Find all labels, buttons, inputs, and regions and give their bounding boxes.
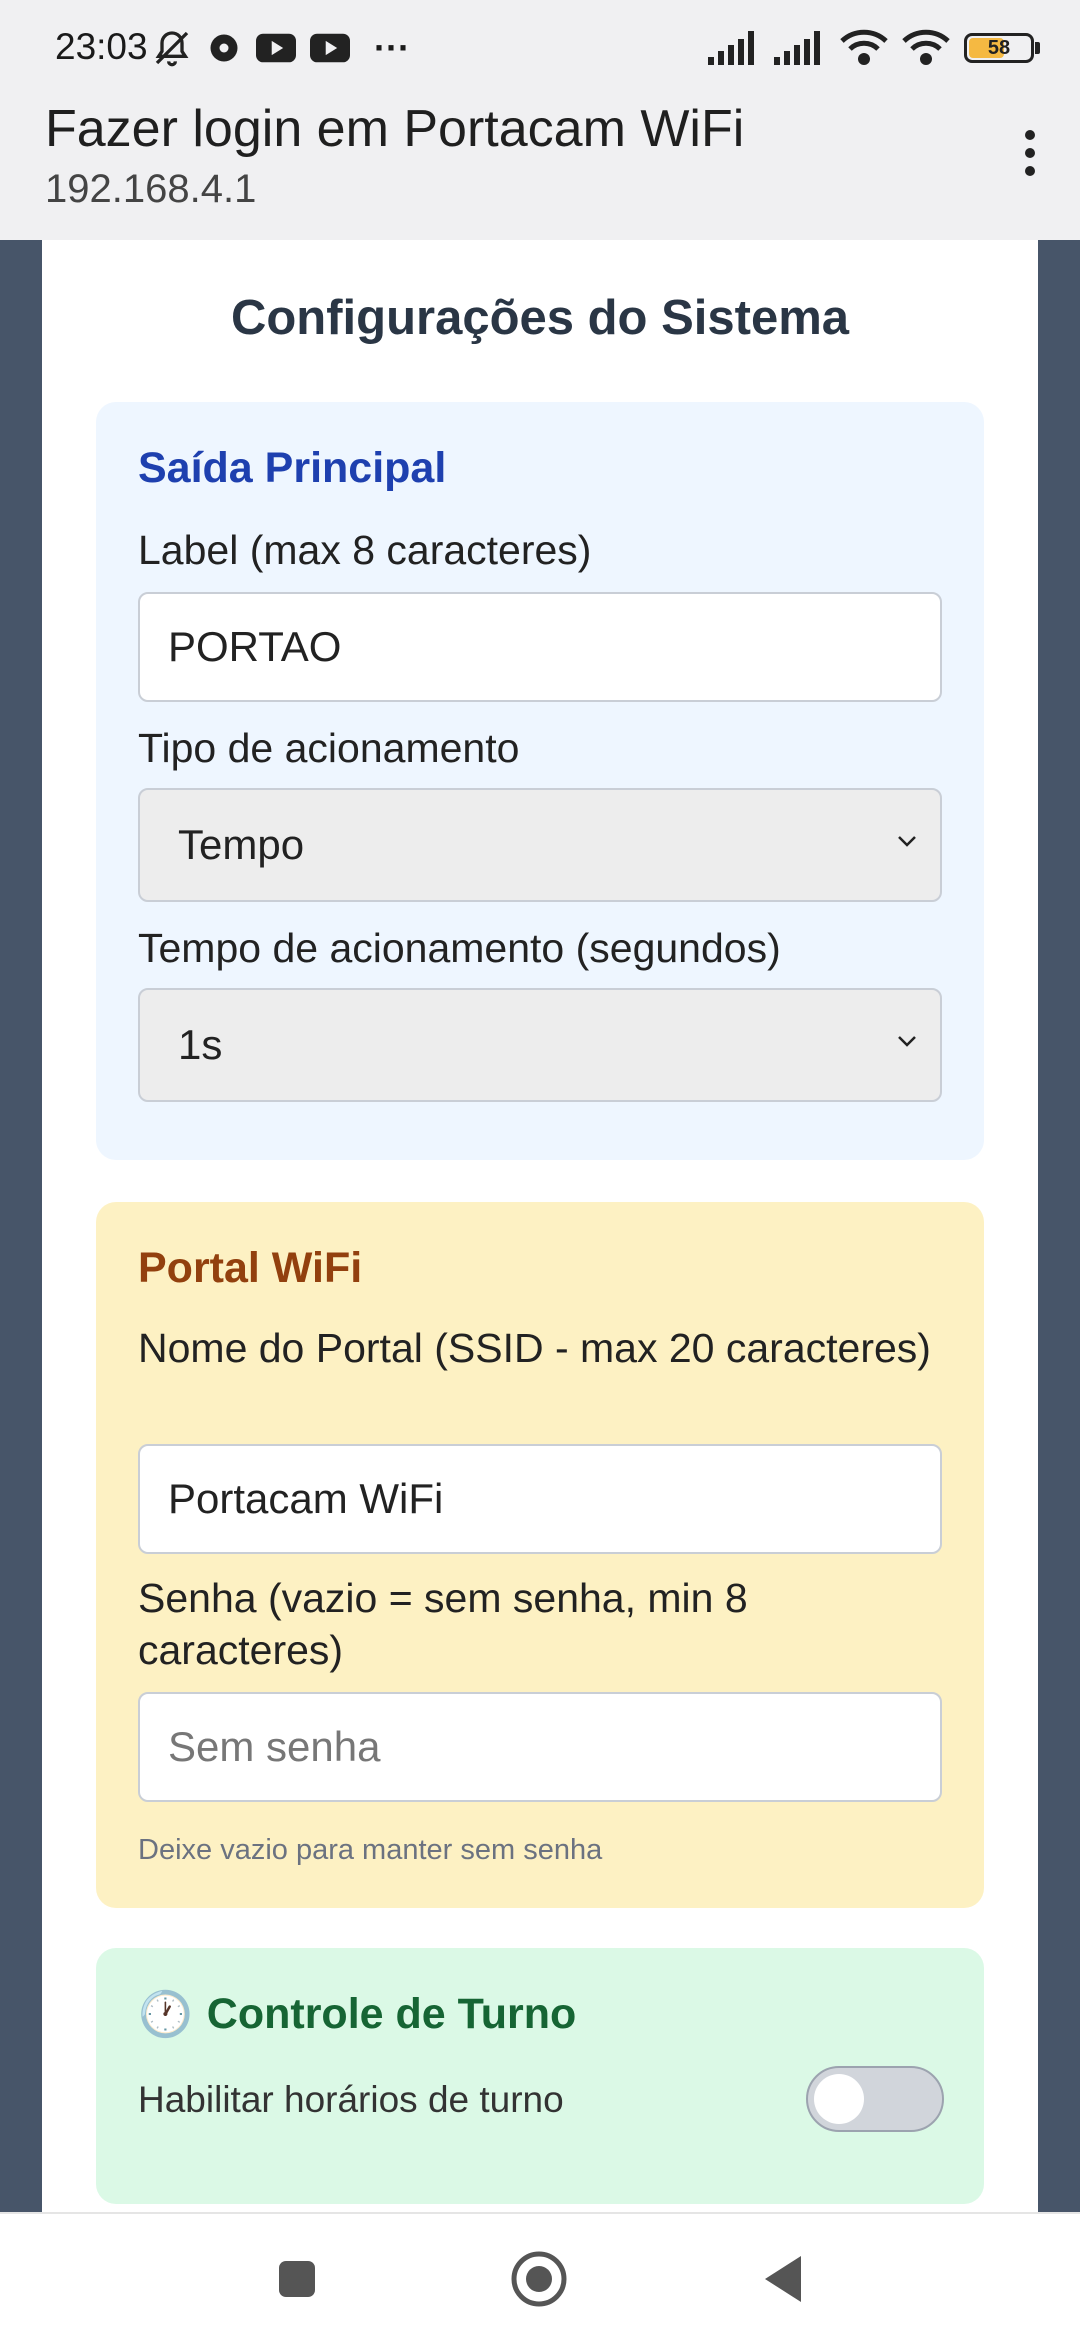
turno-heading: Controle de Turno [206, 1989, 577, 2038]
bell-off-icon [155, 31, 189, 67]
saida-heading: Saída Principal [138, 444, 447, 492]
menu-dot-icon [1025, 148, 1035, 158]
menu-dot-icon [1025, 130, 1035, 140]
back-button[interactable] [748, 2244, 818, 2314]
chat-icon [210, 34, 238, 62]
settings-card: Configurações do Sistema Saída Principal… [42, 240, 1038, 2212]
battery-level: 58 [987, 36, 1011, 59]
signal-icon [774, 31, 820, 65]
menu-dot-icon [1025, 166, 1035, 176]
tipo-select-value: Tempo [178, 821, 305, 868]
senha-hint: Deixe vazio para manter sem senha [138, 1834, 603, 1866]
turno-toggle[interactable] [806, 2066, 944, 2132]
portal-wifi-panel: Portal WiFi Nome do Portal (SSID - max 2… [96, 1202, 984, 1908]
tipo-select[interactable]: Tempo [138, 788, 942, 902]
status-time: 23:03 [55, 26, 148, 67]
battery-icon: 58 [964, 33, 1034, 63]
more-notifications-icon: ··· [374, 27, 410, 68]
status-bar: 23:03 ··· 58 [0, 0, 1080, 95]
controle-turno-panel: 🕐 Controle de Turno Habilitar horários d… [96, 1948, 984, 2204]
tempo-select-value: 1s [178, 1021, 223, 1068]
home-button[interactable] [504, 2244, 574, 2314]
youtube-icon [256, 33, 296, 63]
status-system-icons: 58 [708, 26, 1040, 70]
turno-toggle-label: Habilitar horários de turno [138, 2079, 564, 2120]
ssid-caption: Nome do Portal (SSID - max 20 caracteres… [138, 1325, 931, 1371]
label-caption: Label (max 8 caracteres) [138, 527, 592, 573]
tempo-caption: Tempo de acionamento (segundos) [138, 925, 781, 971]
turno-heading-row: 🕐 Controle de Turno [138, 1988, 576, 2040]
chevron-down-icon [898, 1036, 916, 1047]
wifi-link-icon [840, 29, 888, 65]
ssid-input[interactable]: Portacam WiFi [138, 1444, 942, 1554]
recent-apps-button[interactable] [262, 2244, 332, 2314]
home-circle-icon [511, 2251, 567, 2307]
senha-input[interactable]: Sem senha [138, 1692, 942, 1802]
clock-icon: 🕐 [138, 1990, 193, 2039]
label-input[interactable]: PORTAO [138, 592, 942, 702]
youtube-icon [310, 33, 350, 63]
portal-heading: Portal WiFi [138, 1244, 363, 1292]
back-triangle-icon [765, 2256, 801, 2302]
tempo-select[interactable]: 1s [138, 988, 942, 1102]
square-icon [279, 2261, 315, 2297]
signal-icon [708, 31, 754, 65]
browser-title: Fazer login em Portacam WiFi [45, 100, 745, 158]
more-options-button[interactable] [1000, 123, 1060, 183]
page-background: Configurações do Sistema Saída Principal… [0, 240, 1080, 2212]
senha-caption: Senha (vazio = sem senha, min 8 caracter… [138, 1575, 748, 1673]
wifi-icon [902, 29, 950, 65]
navigation-bar [0, 2212, 1080, 2340]
status-notification-icons: ··· [152, 26, 410, 70]
browser-url: 192.168.4.1 [45, 167, 257, 211]
chevron-down-icon [898, 836, 916, 847]
page-title: Configurações do Sistema [230, 291, 850, 345]
toggle-knob [814, 2074, 864, 2124]
browser-header: Fazer login em Portacam WiFi 192.168.4.1 [0, 95, 1080, 240]
tipo-caption: Tipo de acionamento [138, 725, 520, 771]
saida-principal-panel: Saída Principal Label (max 8 caracteres)… [96, 402, 984, 1160]
